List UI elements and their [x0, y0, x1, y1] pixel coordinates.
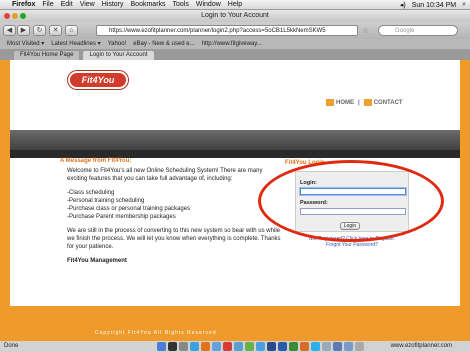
nav-home-link[interactable]: HOME	[336, 100, 354, 106]
tab-login[interactable]: Login to Your Account	[83, 51, 154, 60]
header-dark-band	[10, 150, 460, 158]
bookmark-yahoo[interactable]: Yahoo!	[108, 39, 127, 49]
iphoto-icon[interactable]	[244, 342, 254, 351]
spotlight-icon[interactable]: ⌕	[462, 1, 466, 9]
mac-dock	[60, 341, 460, 352]
dashboard-icon[interactable]	[167, 342, 177, 351]
bookmark-fitgiveaway[interactable]: http://www.fitgiveway...	[202, 39, 262, 49]
page-footer	[10, 306, 460, 341]
site-top-nav: HOME | CONTACT	[326, 99, 403, 106]
message-body: Welcome to Fit4You's all new Online Sche…	[67, 167, 282, 271]
preview-icon[interactable]	[321, 342, 331, 351]
bookmark-ebay[interactable]: eBay - New & used e...	[133, 39, 194, 49]
search-field[interactable]: Google	[378, 25, 458, 36]
menu-help[interactable]: Help	[228, 1, 242, 8]
navigation-toolbar: ◀ ▶ ↻ ✕ ⌂ https://www.ezofitplanner.com/…	[0, 22, 470, 39]
excel-icon[interactable]	[288, 342, 298, 351]
mail-app-icon[interactable]	[211, 342, 221, 351]
photoshop-icon[interactable]	[266, 342, 276, 351]
itunes-icon[interactable]	[233, 342, 243, 351]
site-logo[interactable]: Fit4You	[68, 71, 128, 89]
minimize-window-icon[interactable]	[12, 13, 18, 19]
menu-window[interactable]: Window	[196, 1, 221, 8]
system-prefs-icon[interactable]	[178, 342, 188, 351]
volume-icon[interactable]: ◂)	[400, 1, 406, 9]
word-icon[interactable]	[277, 342, 287, 351]
feature-item: -Purchase class or personal training pac…	[67, 206, 191, 212]
stop-button[interactable]: ✕	[49, 25, 62, 36]
message-intro: Welcome to Fit4You's all new Online Sche…	[67, 168, 263, 182]
bookmark-latest-headlines[interactable]: Latest Headlines ▾	[51, 39, 100, 49]
menu-file[interactable]: File	[42, 1, 53, 8]
menu-bookmarks[interactable]: Bookmarks	[131, 1, 166, 8]
message-note: We are still in the process of convertin…	[67, 228, 281, 250]
mail-icon	[363, 99, 372, 106]
address-bar[interactable]: https://www.ezofitplanner.com/planner/lo…	[96, 25, 358, 36]
bookmark-star-icon[interactable]: ☆	[362, 26, 369, 35]
status-text: Done	[4, 343, 19, 349]
bookmark-most-visited[interactable]: Most Visited ▾	[7, 39, 44, 49]
back-button[interactable]: ◀	[3, 25, 16, 36]
ical-icon[interactable]	[222, 342, 232, 351]
zoom-window-icon[interactable]	[20, 13, 26, 19]
close-window-icon[interactable]	[4, 13, 10, 19]
feature-item: -Purchase Parent membership packages	[67, 214, 176, 220]
feature-item: -Class scheduling	[67, 190, 115, 196]
safari-icon[interactable]	[189, 342, 199, 351]
menu-view[interactable]: View	[80, 1, 95, 8]
menu-history[interactable]: History	[102, 1, 124, 8]
window-titlebar: Login to Your Account	[0, 10, 470, 22]
clock[interactable]: Sun 10:34 PM	[412, 2, 456, 9]
menu-app-name[interactable]: Firefox	[12, 1, 35, 8]
quicktime-icon[interactable]	[332, 342, 342, 351]
window-title: Login to Your Account	[201, 12, 269, 19]
bookmarks-toolbar: Most Visited ▾ Latest Headlines ▾ Yahoo!…	[0, 39, 470, 49]
powerpoint-icon[interactable]	[299, 342, 309, 351]
firefox-icon[interactable]	[200, 342, 210, 351]
menu-tools[interactable]: Tools	[173, 1, 189, 8]
home-button[interactable]: ⌂	[65, 25, 78, 36]
chat-icon[interactable]	[255, 342, 265, 351]
trash-icon[interactable]	[354, 342, 364, 351]
skype-icon[interactable]	[310, 342, 320, 351]
annotation-circle	[258, 160, 444, 242]
downloads-icon[interactable]	[343, 342, 353, 351]
home-icon	[326, 99, 334, 106]
forgot-password-link[interactable]: Forgot Your Password?	[298, 242, 406, 248]
footer-text: Copyright Fit4You All Rights Reserved	[95, 330, 217, 336]
tab-bar: Fit4You Home Page Login to Your Account	[0, 49, 470, 60]
message-title: A Message from Fit4You:	[60, 158, 132, 164]
finder-icon[interactable]	[156, 342, 166, 351]
mac-menubar: Firefox File Edit View History Bookmarks…	[0, 0, 470, 10]
forward-button[interactable]: ▶	[17, 25, 30, 36]
feature-item: -Personal training scheduling	[67, 198, 145, 204]
menu-edit[interactable]: Edit	[61, 1, 73, 8]
reload-button[interactable]: ↻	[33, 25, 46, 36]
nav-contact-link[interactable]: CONTACT	[374, 100, 403, 106]
tab-home-page[interactable]: Fit4You Home Page	[14, 51, 80, 60]
message-signature: Fit4You Management	[67, 258, 127, 264]
